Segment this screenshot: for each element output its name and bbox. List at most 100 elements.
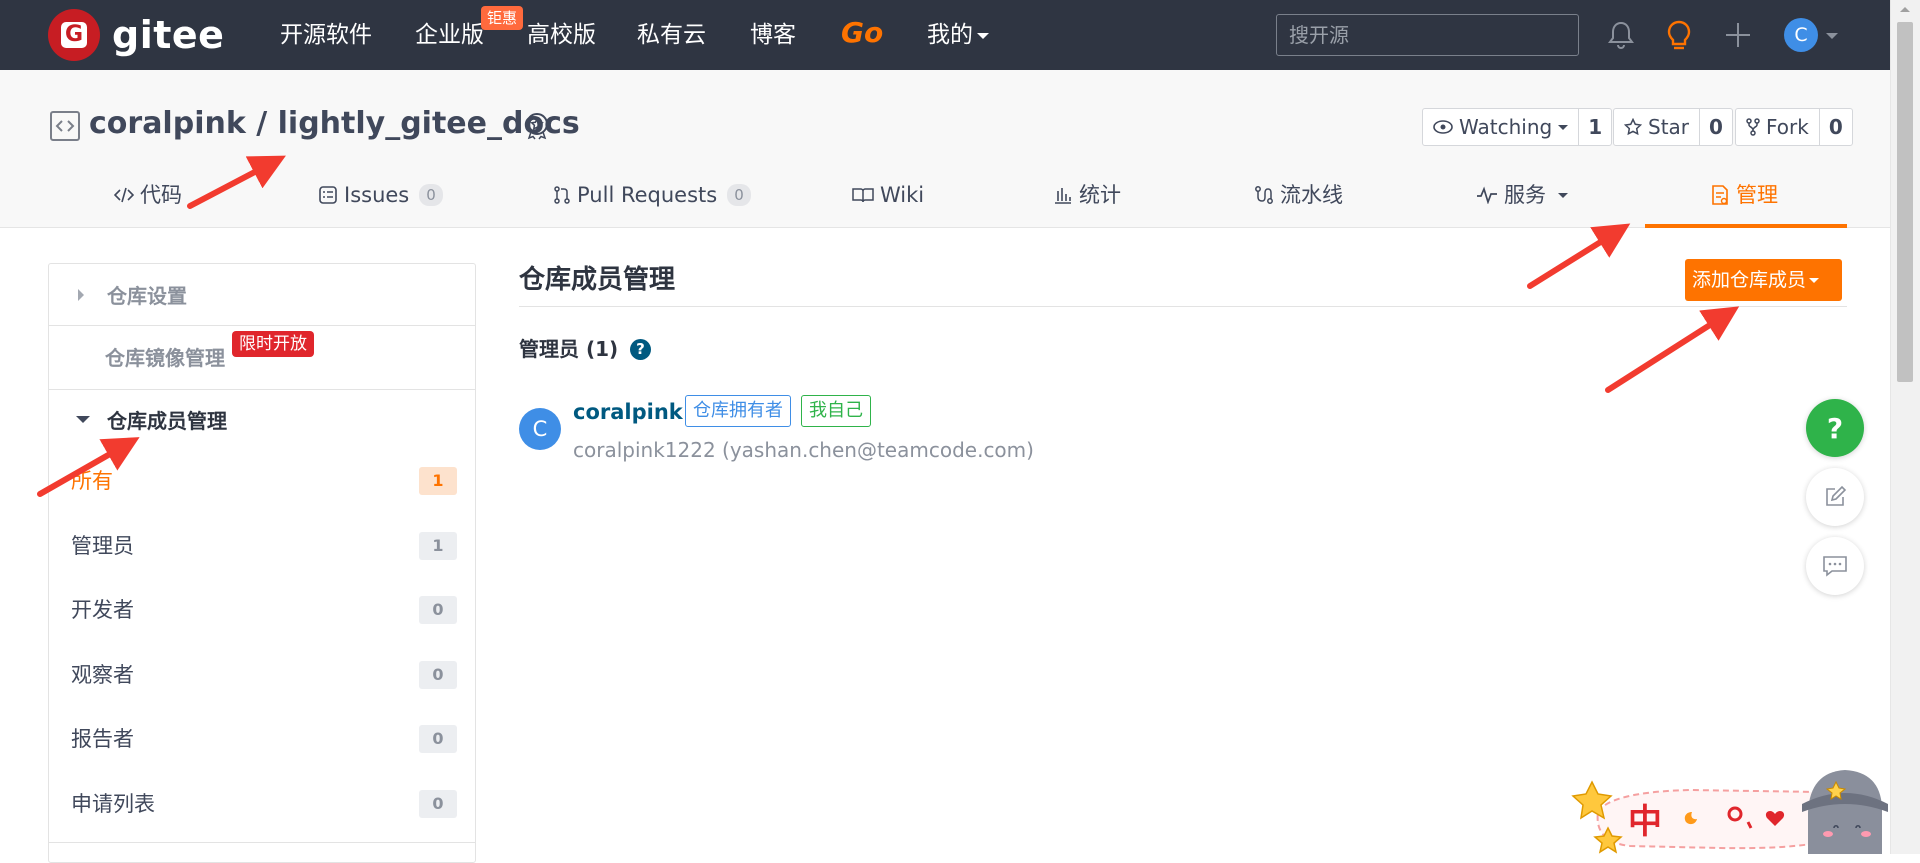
nav-mine[interactable]: 我的 — [927, 18, 989, 52]
pulse-icon — [1477, 186, 1497, 204]
tab-pipeline[interactable]: 流水线 — [1254, 180, 1343, 210]
sidebar-item-reporters[interactable]: 报告者 — [71, 724, 134, 754]
services-chevron-down-icon — [1558, 192, 1568, 198]
pull-request-icon — [554, 186, 570, 204]
book-icon — [852, 188, 874, 203]
avatar-chevron-down-icon[interactable] — [1826, 33, 1838, 39]
chat-bubble-icon — [1823, 556, 1847, 577]
collapse-arrow-icon — [76, 416, 90, 423]
tab-services-label: 服务 — [1504, 183, 1546, 207]
watch-label: Watching — [1459, 115, 1553, 139]
watch-button-group: Watching 1 — [1422, 108, 1613, 146]
tab-pull-requests-label: Pull Requests — [577, 183, 718, 207]
count-observers: 0 — [419, 661, 457, 689]
star-icon — [1624, 118, 1642, 136]
scrollbar-thumb[interactable] — [1897, 22, 1913, 382]
nav-education[interactable]: 高校版 — [527, 18, 596, 52]
tab-pipeline-label: 流水线 — [1280, 183, 1343, 207]
count-admins: 1 — [419, 532, 457, 560]
active-tab-indicator — [1645, 224, 1847, 228]
user-avatar[interactable]: C — [1784, 18, 1818, 52]
annotation-arrow-add-member — [1605, 306, 1740, 393]
plus-icon[interactable] — [1721, 18, 1755, 52]
watch-button[interactable]: Watching — [1423, 109, 1580, 145]
tab-code[interactable]: 代码 — [114, 180, 182, 210]
sidebar-item-developers[interactable]: 开发者 — [71, 595, 134, 625]
fork-count[interactable]: 0 — [1820, 109, 1852, 145]
sidebar-repo-settings[interactable]: 仓库设置 — [107, 281, 187, 311]
nav-private-cloud[interactable]: 私有云 — [637, 18, 706, 52]
limited-time-badge: 限时开放 — [232, 331, 314, 357]
hot-tag: 钜惠 — [481, 6, 524, 30]
member-avatar[interactable]: C — [519, 408, 561, 450]
tab-wiki-label: Wiki — [880, 183, 925, 207]
nav-blog[interactable]: 博客 — [750, 18, 796, 52]
repo-code-icon — [50, 111, 80, 141]
page-title: 仓库成员管理 — [519, 265, 676, 295]
tab-pull-requests[interactable]: Pull Requests 0 — [553, 180, 751, 210]
scroll-up-arrow-icon[interactable] — [1898, 4, 1912, 14]
gitee-logo[interactable]: gitee — [48, 9, 225, 61]
watch-chevron-down-icon — [1558, 124, 1569, 130]
tab-wiki[interactable]: Wiki — [852, 180, 924, 210]
sidebar-member-management[interactable]: 仓库成员管理 — [107, 406, 227, 436]
tab-services[interactable]: 服务 — [1476, 180, 1568, 210]
sidebar-item-admins[interactable]: 管理员 — [71, 531, 134, 561]
tab-issues-label: Issues — [344, 183, 410, 207]
sidebar-divider — [48, 842, 476, 843]
star-count[interactable]: 0 — [1700, 109, 1732, 145]
sidebar-mirror-management[interactable]: 仓库镜像管理 — [105, 343, 225, 373]
watch-count[interactable]: 1 — [1579, 109, 1611, 145]
nav-open-source[interactable]: 开源软件 — [280, 18, 372, 52]
code-icon — [114, 187, 134, 203]
expand-arrow-icon — [78, 289, 84, 301]
tab-manage-label: 管理 — [1736, 183, 1778, 207]
chevron-down-icon — [977, 32, 989, 39]
lightbulb-icon[interactable] — [1662, 18, 1696, 52]
gitee-logo-icon — [48, 9, 100, 61]
tab-statistics[interactable]: 统计 — [1053, 180, 1121, 210]
issues-icon — [319, 186, 337, 204]
pipeline-icon — [1255, 186, 1273, 204]
nav-mine-label: 我的 — [927, 22, 973, 48]
nav-go[interactable]: Go — [841, 16, 883, 50]
nav-enterprise[interactable]: 企业版 — [415, 18, 484, 52]
settings-doc-icon — [1712, 185, 1728, 205]
sticker-text: 中 — [1628, 802, 1668, 842]
add-member-button[interactable]: 添加仓库成员 — [1685, 259, 1842, 301]
count-applications: 0 — [419, 790, 457, 818]
bar-chart-icon — [1055, 188, 1071, 204]
chat-float-button[interactable] — [1806, 537, 1864, 595]
search-input[interactable]: 搜开源 — [1276, 14, 1579, 56]
star-label: Star — [1648, 115, 1690, 139]
star-button-group: Star 0 — [1613, 108, 1733, 146]
title-divider — [519, 306, 1847, 307]
question-help-icon[interactable]: ? — [630, 339, 651, 360]
sidebar-item-applications[interactable]: 申请列表 — [71, 789, 155, 819]
help-float-button[interactable]: ? — [1806, 399, 1864, 457]
award-badge-icon[interactable] — [522, 111, 552, 141]
tab-manage[interactable]: 管理 — [1710, 180, 1778, 210]
star-button[interactable]: Star — [1614, 109, 1701, 145]
tab-code-label: 代码 — [140, 183, 182, 207]
fork-label: Fork — [1766, 115, 1809, 139]
member-name-link[interactable]: coralpink — [573, 397, 683, 427]
member-detail: coralpink1222 (yashan.chen@teamcode.com) — [573, 438, 1034, 462]
fork-icon — [1746, 118, 1760, 136]
add-member-label: 添加仓库成员 — [1692, 269, 1807, 291]
edit-note-icon — [1826, 485, 1847, 506]
count-reporters: 0 — [419, 725, 457, 753]
sidebar-item-observers[interactable]: 观察者 — [71, 660, 134, 690]
fork-button-group: Fork 0 — [1735, 108, 1853, 146]
feedback-float-button[interactable] — [1806, 468, 1864, 526]
tab-issues[interactable]: Issues 0 — [318, 180, 443, 210]
sidebar-item-all[interactable]: 所有 — [71, 466, 113, 496]
logo-text: gitee — [112, 13, 225, 57]
repo-title[interactable]: coralpink / lightly_gitee_docs — [89, 104, 580, 144]
mascot-sticker-icon — [1571, 770, 1888, 854]
fork-button[interactable]: Fork — [1736, 109, 1820, 145]
bell-icon[interactable] — [1604, 18, 1638, 52]
self-tag: 我自己 — [801, 395, 871, 427]
tab-statistics-label: 统计 — [1079, 183, 1121, 207]
admin-section-label: 管理员 (1) — [519, 337, 619, 361]
